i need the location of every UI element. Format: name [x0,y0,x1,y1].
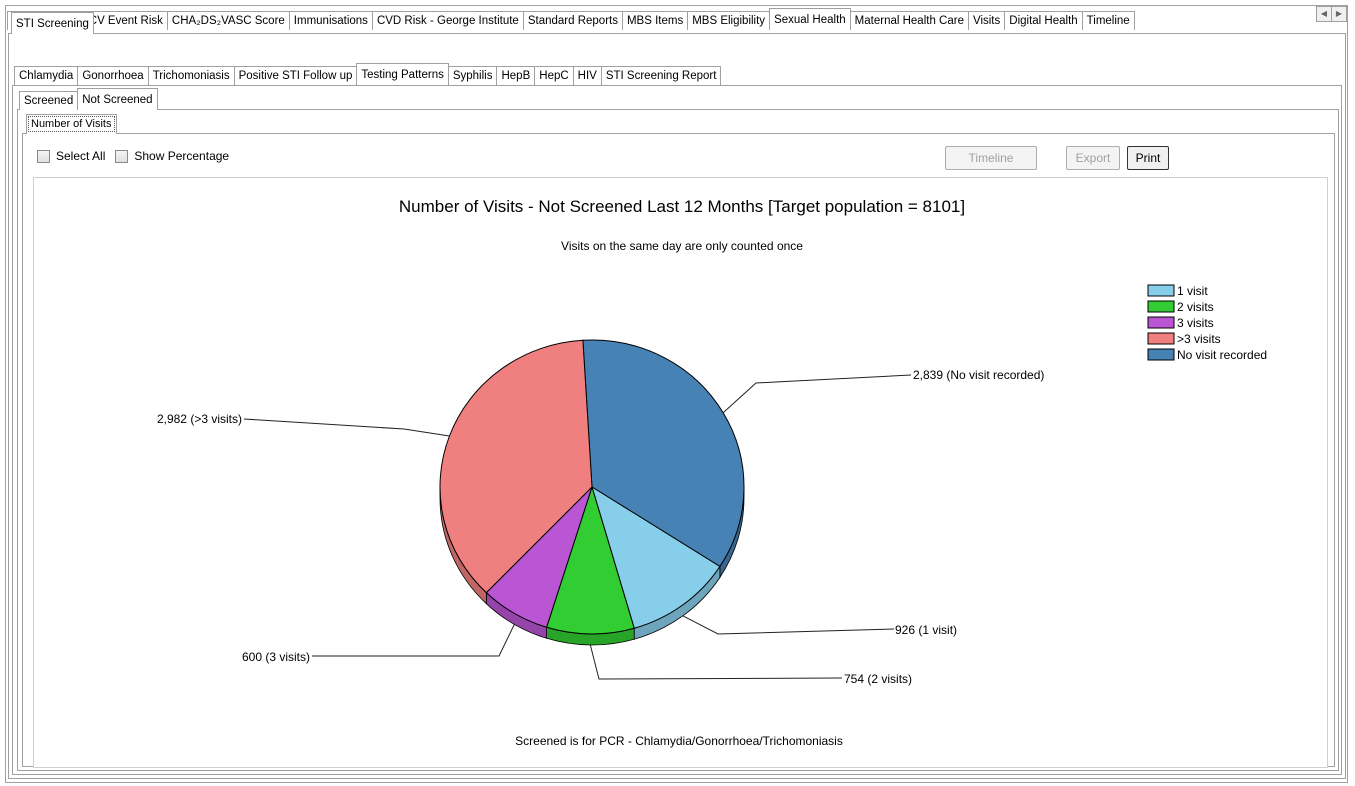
scroll-left-icon[interactable]: ◀ [1316,6,1332,22]
legend-swatch-1-visit [1147,284,1175,297]
legend-label-2-visits: 2 visits [1177,300,1214,314]
chart-title: Number of Visits - Not Screened Last 12 … [399,197,965,216]
show-percentage-checkbox[interactable]: Show Percentage [115,149,229,163]
tab-trichomoniasis[interactable]: Trichomoniasis [147,66,235,85]
tab-mbs-items[interactable]: MBS Items [621,11,689,30]
tab-chlamydia[interactable]: Chlamydia [14,66,79,85]
tab-sti-screening-report[interactable]: STI Screening Report [600,66,722,85]
tab-number-of-visits[interactable]: Number of Visits [26,114,117,134]
legend-swatch-2-visits [1147,300,1175,313]
chart-tab-bar: Number of Visits [26,114,117,134]
tab-positive-sti-follow-up[interactable]: Positive STI Follow up [233,66,358,85]
legend-label-3-visits: >3 visits [1177,332,1221,346]
scroll-right-icon[interactable]: ▶ [1331,6,1347,22]
legend-label-no-visit-recorded: No visit recorded [1177,348,1267,362]
legend-swatch-no-visit-recorded [1147,348,1175,361]
slice-label-3-visits: 600 (3 visits) [242,650,310,664]
legend-label-3-visits: 3 visits [1177,316,1214,330]
tab-standard-reports[interactable]: Standard Reports [522,11,623,30]
legend-swatch-3-visits [1147,332,1175,345]
leader-line-no-visit-recorded [722,374,912,414]
tab-visits[interactable]: Visits [967,11,1006,30]
tab-hepb[interactable]: HepB [496,66,536,85]
leader-line-3-visits [312,624,515,657]
tab-cv-event-risk[interactable]: CV Event Risk [83,11,168,30]
select-all-label: Select All [56,149,106,163]
tab-timeline[interactable]: Timeline [1081,11,1135,30]
slice-label-no-visit-recorded: 2,839 (No visit recorded) [913,368,1044,382]
export-button[interactable]: Export [1066,146,1120,170]
tab-sexual-health[interactable]: Sexual Health [769,8,851,30]
tab-cvd-risk-george-institute[interactable]: CVD Risk - George Institute [371,11,524,30]
tab-scroll-buttons: ◀ ▶ [1316,6,1347,22]
tab-testing-patterns[interactable]: Testing Patterns [356,63,449,85]
toolbar: Select All Show Percentage [37,149,239,163]
screen-tab-bar: Screened Not Screened [19,88,158,110]
slice-label-2-visits: 754 (2 visits) [844,672,912,686]
checkbox-icon[interactable] [115,149,129,163]
tab-gonorrhoea[interactable]: Gonorrhoea [77,66,149,85]
sti-tab-bar: Chlamydia Gonorrhoea Trichomoniasis Positiv… [14,63,722,85]
tab-mbs-eligibility[interactable]: MBS Eligibility [687,11,771,30]
show-percentage-label: Show Percentage [134,149,230,163]
leader-line-1-visit [682,615,895,635]
print-button[interactable]: Print [1127,146,1169,170]
select-all-checkbox[interactable]: Select All [37,149,105,163]
tab-syphilis[interactable]: Syphilis [447,66,498,85]
leader-line-3-visits [243,418,450,437]
chart-area: Number of Visits - Not Screened Last 12 … [33,177,1328,768]
tab-maternal-health-care[interactable]: Maternal Health Care [849,11,969,30]
checkbox-icon[interactable] [37,149,50,163]
tab-not-screened[interactable]: Not Screened [77,88,158,110]
tab-immunisations[interactable]: Immunisations [288,11,373,30]
tab-sti-screening[interactable]: STI Screening [11,12,94,34]
chart-footnote: Screened is for PCR - Chlamydia/Gonorrho… [515,734,843,748]
slice-label-1-visit: 926 (1 visit) [895,623,957,637]
leader-line-2-visits [589,644,843,680]
tab-digital-health[interactable]: Digital Health [1004,11,1083,30]
slice-label-3-visits: 2,982 (>3 visits) [157,412,242,426]
tab-hiv[interactable]: HIV [572,66,602,85]
tab-hepc[interactable]: HepC [534,66,574,85]
tab-screened[interactable]: Screened [19,91,79,110]
legend-label-1-visit: 1 visit [1177,284,1208,298]
chart-subtitle: Visits on the same day are only counted … [561,239,803,253]
main-tab-bar: OsteoporosisCV Event RiskCHA₂DS₂VASC Sco… [7,8,1135,30]
pie-chart: Number of Visits - Not Screened Last 12 … [157,197,1267,748]
tab-cha-ds-vasc-score[interactable]: CHA₂DS₂VASC Score [166,11,290,30]
timeline-button[interactable]: Timeline [945,146,1037,170]
legend-swatch-3-visits [1147,316,1175,329]
